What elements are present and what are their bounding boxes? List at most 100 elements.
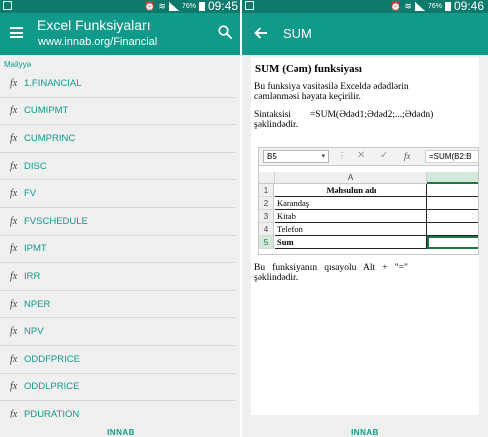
- function-list-item[interactable]: fx PDURATION: [0, 401, 236, 418]
- function-list-item[interactable]: fx IPMT: [0, 236, 236, 264]
- function-list: fx 1.FINANCIAL fx CUMIPMT fx CUMPRINC fx DISC fx…: [0, 70, 236, 418]
- status-time: 09:45: [207, 0, 238, 13]
- function-name: CUMPRINC: [24, 132, 76, 144]
- chevron-down-icon: ▾: [321, 153, 325, 160]
- row-header: 2: [259, 197, 274, 210]
- footer: INNAB: [0, 420, 242, 437]
- excel-screenshot: B5 ▾ ⋮ ✕ ✓ fx =SUM(B2:B A 1 Məhsulun adı 2…: [258, 147, 479, 255]
- app-subtitle: www.innab.org/Financial: [38, 36, 158, 48]
- function-name: FVSCHEDULE: [24, 215, 88, 227]
- function-name: IRR: [24, 270, 41, 282]
- cell: [427, 223, 478, 236]
- function-name: CUMIPMT: [24, 105, 69, 117]
- cell: [427, 197, 478, 210]
- signal-icon: [168, 2, 179, 11]
- function-icon: fx: [10, 77, 18, 89]
- section-label: Maliyyə: [4, 60, 32, 69]
- article-title: SUM (Cəm) funksiyası: [255, 63, 362, 75]
- function-list-item[interactable]: fx CUMPRINC: [0, 125, 236, 153]
- signal-icon: [414, 2, 425, 11]
- innab-logo: INNAB: [107, 428, 135, 437]
- back-arrow-icon[interactable]: [254, 27, 268, 39]
- select-all-corner: [259, 172, 275, 184]
- function-name: ODDLPRICE: [24, 381, 80, 393]
- function-icon: fx: [10, 353, 18, 365]
- insert-function-icon: fx: [404, 151, 411, 161]
- footer: INNAB: [242, 420, 488, 437]
- function-icon: fx: [10, 188, 18, 200]
- notification-icon: [3, 1, 12, 10]
- function-icon: fx: [10, 381, 18, 393]
- function-list-item[interactable]: fx FVSCHEDULE: [0, 208, 236, 236]
- row-header: 5: [259, 236, 274, 249]
- cell: [427, 210, 478, 223]
- formula-input: =SUM(B2:B: [425, 150, 478, 163]
- article-paragraph: Bu funksiyanın qısayolu Alt + "=": [254, 263, 408, 273]
- enter-icon: ✓: [380, 150, 389, 161]
- function-name: IPMT: [24, 243, 47, 255]
- cell: Sum: [275, 236, 427, 249]
- function-name: ODDFPRICE: [24, 353, 80, 365]
- cell: Kitab: [275, 210, 427, 223]
- status-bar: ⏰ ≋ 76% 09:46: [242, 0, 488, 13]
- function-article: SUM (Cəm) funksiyası Bu funksiya vasitəs…: [251, 58, 479, 415]
- function-list-item[interactable]: fx CUMIPMT: [0, 98, 236, 126]
- column-header-b: [427, 172, 478, 184]
- battery-icon: [444, 2, 451, 11]
- function-list-item[interactable]: fx FV: [0, 180, 236, 208]
- status-bar: ⏰ ≋ 76% 09:45: [0, 0, 242, 13]
- function-icon: fx: [10, 243, 18, 255]
- function-name: FV: [24, 188, 37, 200]
- article-paragraph: Sintaksisi =SUM(Ədəd1;Ədəd2;...;Ədədn): [254, 110, 434, 120]
- function-list-item[interactable]: fx DISC: [0, 153, 236, 181]
- battery-icon: [198, 2, 205, 11]
- cell: Telefon: [275, 223, 427, 236]
- function-icon: fx: [10, 408, 18, 418]
- function-icon: fx: [10, 132, 18, 144]
- app-title: Excel Funksiyaları: [37, 17, 151, 33]
- function-list-item[interactable]: fx IRR: [0, 263, 236, 291]
- function-icon: fx: [10, 298, 18, 310]
- row-header: 3: [259, 210, 274, 223]
- cancel-icon: ✕: [357, 150, 366, 161]
- article-paragraph: Bu funksiya vasitəsilə Exceldə ədədlərin: [254, 82, 409, 92]
- battery-percent: 76%: [427, 3, 442, 10]
- function-icon: fx: [10, 326, 18, 338]
- wifi-icon: ≋: [404, 1, 412, 11]
- battery-percent: 76%: [181, 3, 196, 10]
- menu-icon[interactable]: [10, 27, 23, 38]
- function-name: DISC: [24, 160, 47, 172]
- function-detail-screen: ⏰ ≋ 76% 09:46 SUM SUM (Cəm) funksiyası B…: [242, 0, 488, 437]
- function-name: 1.FINANCIAL: [24, 77, 82, 89]
- notification-icon: [245, 1, 254, 10]
- article-paragraph: şəklindədir.: [254, 273, 299, 283]
- function-list-item[interactable]: fx 1.FINANCIAL: [0, 70, 236, 98]
- cell: [427, 184, 478, 197]
- function-name: NPER: [24, 298, 51, 310]
- function-icon: fx: [10, 160, 18, 172]
- page-title: SUM: [283, 26, 312, 41]
- function-list-item[interactable]: fx NPV: [0, 318, 236, 346]
- status-time: 09:46: [453, 0, 484, 13]
- alarm-icon: ⏰: [144, 1, 156, 11]
- column-header-a: A: [275, 172, 427, 184]
- function-list-item[interactable]: fx ODDLPRICE: [0, 374, 236, 402]
- article-paragraph: şəklindədir.: [254, 120, 299, 130]
- alarm-icon: ⏰: [390, 1, 402, 11]
- formula-bar: B5 ▾ ⋮ ✕ ✓ fx =SUM(B2:B: [259, 148, 478, 166]
- function-icon: fx: [10, 215, 18, 227]
- more-icon: ⋮: [338, 151, 346, 160]
- row-header: 1: [259, 184, 274, 197]
- row-header: 4: [259, 223, 274, 236]
- wifi-icon: ≋: [158, 1, 166, 11]
- search-icon[interactable]: [218, 25, 232, 39]
- function-list-item[interactable]: fx ODDFPRICE: [0, 346, 236, 374]
- function-icon: fx: [10, 270, 18, 282]
- innab-logo: INNAB: [351, 428, 379, 437]
- app-bar: SUM: [242, 13, 488, 55]
- function-icon: fx: [10, 105, 18, 117]
- function-list-item[interactable]: fx NPER: [0, 291, 236, 319]
- name-box: B5 ▾: [263, 150, 329, 163]
- function-name: PDURATION: [24, 408, 80, 418]
- article-paragraph: cəmlənməsi həyata keçirilir.: [254, 92, 361, 102]
